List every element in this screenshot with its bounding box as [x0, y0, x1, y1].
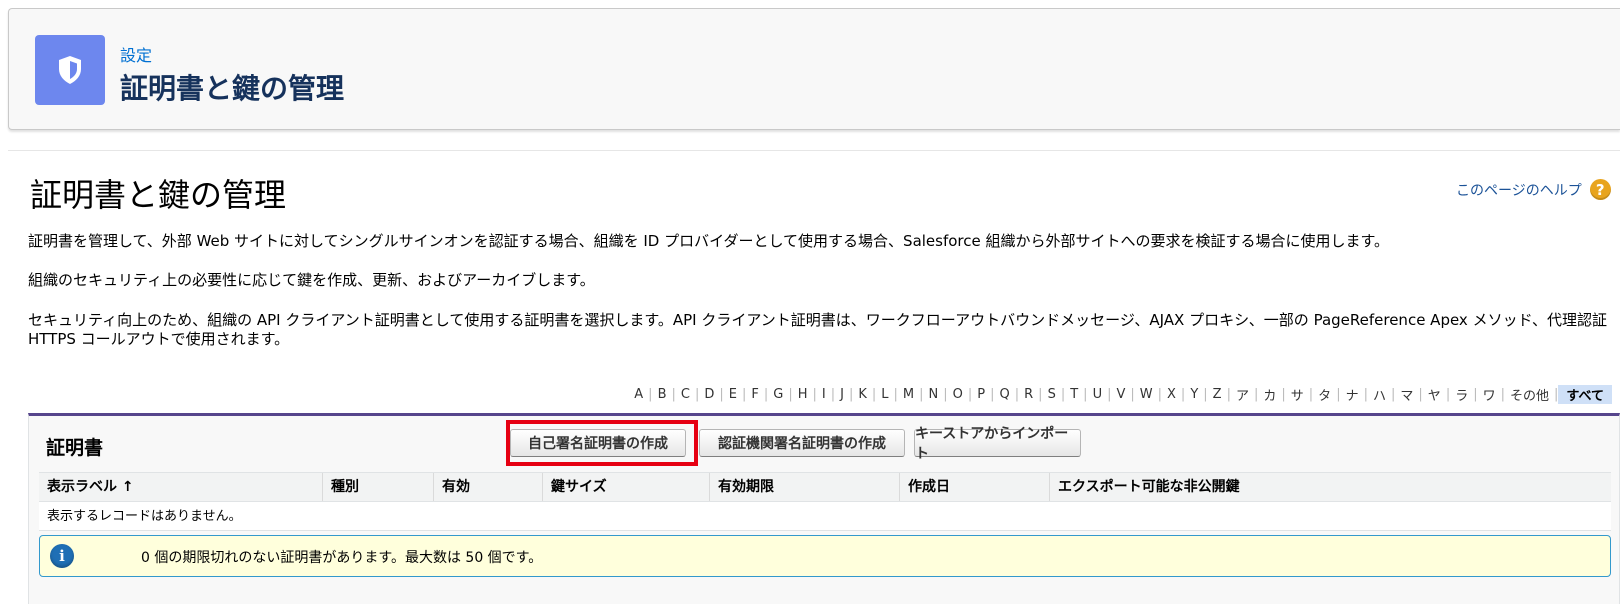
alpha-filter-letter[interactable]: E: [724, 387, 742, 402]
alpha-filter-letter[interactable]: N: [924, 387, 944, 402]
main-content: 証明書と鍵の管理 このページのヘルプ ? 証明書を管理して、外部 Web サイト…: [8, 150, 1620, 604]
column-active[interactable]: 有効: [433, 473, 542, 501]
alpha-filter-letter[interactable]: W: [1135, 387, 1158, 402]
alpha-filter-letter[interactable]: カ: [1258, 385, 1281, 404]
description-3: セキュリティ向上のため、組織の API クライアント証明書として使用する証明書を…: [28, 311, 1607, 348]
column-created[interactable]: 作成日: [899, 473, 1049, 501]
header-title: 証明書と鍵の管理: [120, 72, 345, 105]
alpha-filter-letter[interactable]: A: [629, 387, 648, 402]
alpha-filter-letter[interactable]: F: [746, 387, 763, 402]
column-expiration[interactable]: 有効期限: [709, 473, 899, 501]
info-icon: i: [50, 544, 74, 568]
alpha-filter-letter[interactable]: X: [1162, 387, 1181, 402]
alpha-filter-letter[interactable]: B: [653, 387, 672, 402]
alpha-filter-letter[interactable]: I: [817, 387, 831, 402]
shield-icon: [35, 35, 105, 105]
alpha-filter-letter[interactable]: ワ: [1478, 385, 1501, 404]
question-icon[interactable]: ?: [1589, 179, 1611, 200]
highlight-box: [506, 420, 698, 466]
alpha-filter-letter[interactable]: R: [1019, 387, 1038, 402]
description-1: 証明書を管理して、外部 Web サイトに対してシングルサインオンを認証する場合、…: [28, 232, 1390, 250]
alpha-filter-letter[interactable]: D: [699, 387, 719, 402]
info-message: 0 個の期限切れのない証明書があります。最大数は 50 個です。: [141, 550, 543, 566]
alpha-filter-letter[interactable]: ヤ: [1423, 385, 1446, 404]
alpha-filter-letter[interactable]: J: [835, 387, 849, 402]
alpha-filter-letter[interactable]: U: [1088, 387, 1108, 402]
import-keystore-button[interactable]: キーストアからインポート: [914, 426, 1081, 462]
alpha-filter-letter[interactable]: S: [1043, 387, 1061, 402]
empty-message: 表示するレコードはありません。: [39, 502, 1611, 531]
alpha-filter-letter[interactable]: サ: [1286, 385, 1309, 404]
alpha-filter-letter[interactable]: P: [972, 387, 990, 402]
alpha-filter-letter[interactable]: すべて: [1558, 385, 1612, 404]
alpha-filter-letter[interactable]: Y: [1185, 387, 1203, 402]
alpha-filter-letter[interactable]: G: [768, 387, 788, 402]
column-exportable-key[interactable]: エクスポート可能な非公開鍵: [1049, 473, 1611, 501]
alpha-filter-letter[interactable]: ナ: [1341, 385, 1364, 404]
alpha-filter-letter[interactable]: ア: [1231, 385, 1254, 404]
alpha-filter-letter[interactable]: M: [898, 387, 919, 402]
setup-header: 設定 証明書と鍵の管理: [8, 8, 1620, 130]
alpha-filter-letter[interactable]: Z: [1208, 387, 1227, 402]
help-link[interactable]: このページのヘルプ ?: [1456, 179, 1611, 200]
column-key-size[interactable]: 鍵サイズ: [542, 473, 709, 501]
info-message-box: i 0 個の期限切れのない証明書があります。最大数は 50 個です。: [39, 535, 1611, 577]
alpha-filter-letter[interactable]: マ: [1395, 385, 1418, 404]
certificates-list: 証明書 自己署名証明書の作成 認証機関署名証明書の作成 キーストアからインポート…: [28, 413, 1620, 604]
alpha-filter-letter[interactable]: その他: [1505, 385, 1554, 404]
help-link-label[interactable]: このページのヘルプ: [1456, 180, 1582, 200]
table-header: 表示ラベル ↑ 種別 有効 鍵サイズ 有効期限 作成日 エクスポート可能な非公開…: [39, 472, 1611, 502]
alpha-filter-letter[interactable]: H: [793, 387, 813, 402]
alpha-filter-letter[interactable]: O: [948, 387, 968, 402]
description-2: 組織のセキュリティ上の必要性に応じて鍵を作成、更新、およびアーカイブします。: [28, 271, 595, 289]
alpha-filter-letter[interactable]: ラ: [1450, 385, 1473, 404]
alpha-filter-letter[interactable]: T: [1065, 387, 1083, 402]
certificates-title: 証明書: [46, 437, 104, 459]
alpha-filter-letter[interactable]: Q: [995, 387, 1015, 402]
alpha-filter-letter[interactable]: ハ: [1368, 385, 1391, 404]
alpha-filter-letter[interactable]: V: [1111, 387, 1130, 402]
alpha-filter-letter[interactable]: K: [853, 387, 872, 402]
alpha-filter-letter[interactable]: タ: [1313, 385, 1336, 404]
alpha-filter-letter[interactable]: L: [876, 387, 893, 402]
page-title: 証明書と鍵の管理: [30, 176, 287, 214]
column-label[interactable]: 表示ラベル ↑: [39, 473, 322, 501]
alphabet-filter: A | B | C | D | E | F | G | H | I | J | K | L | M | N | O | P | Q | R | S | T |…: [629, 385, 1612, 404]
breadcrumb[interactable]: 設定: [120, 42, 152, 66]
column-type[interactable]: 種別: [322, 473, 433, 501]
create-ca-signed-button[interactable]: 認証機関署名証明書の作成: [699, 429, 905, 457]
alpha-filter-letter[interactable]: C: [676, 387, 695, 402]
